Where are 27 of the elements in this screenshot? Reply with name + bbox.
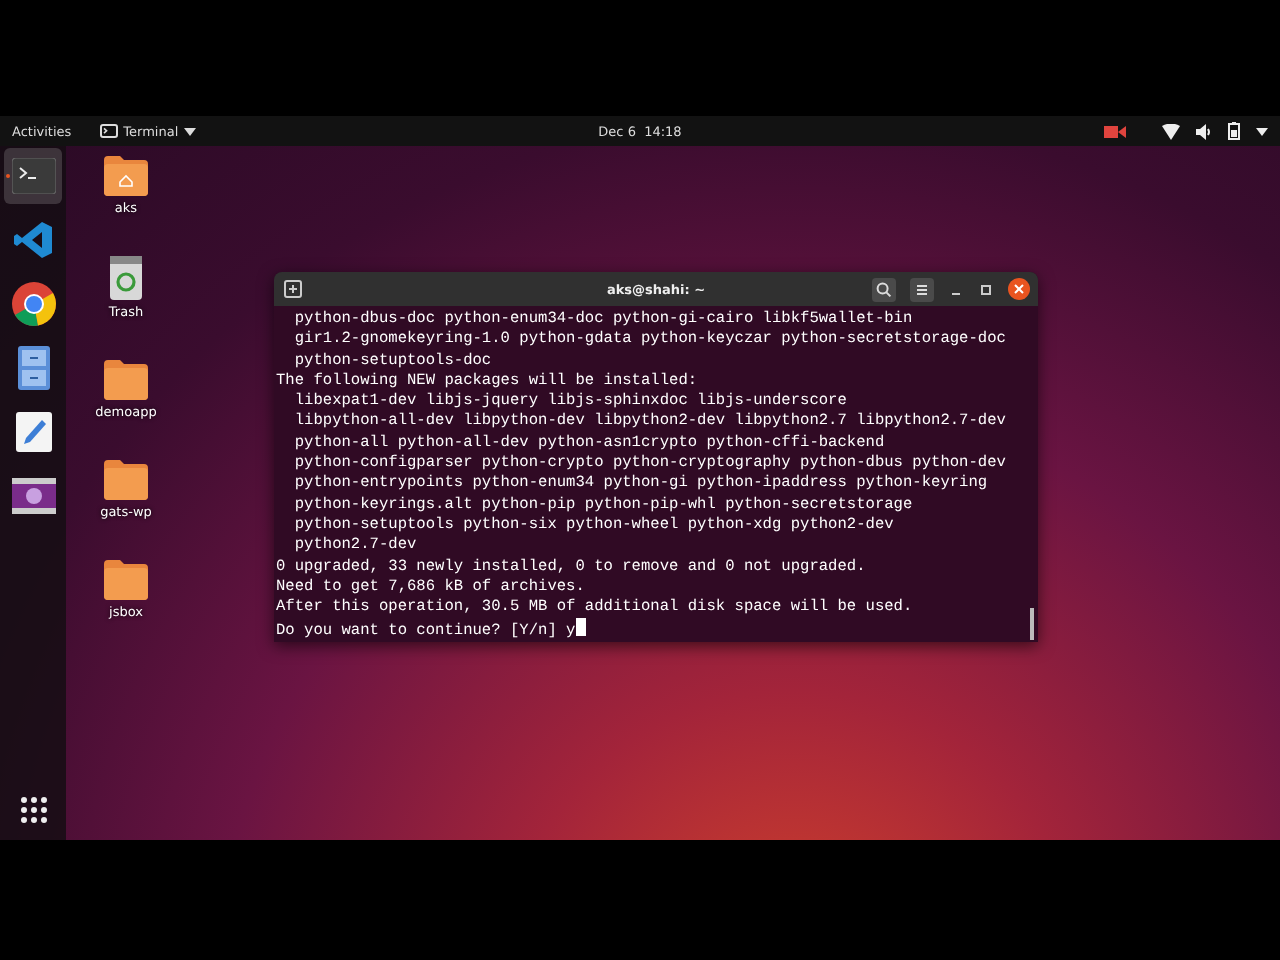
app-grid-icon[interactable] bbox=[19, 796, 47, 824]
new-tab-icon[interactable] bbox=[284, 280, 302, 298]
wifi-icon[interactable] bbox=[1162, 123, 1180, 139]
maximize-icon[interactable] bbox=[978, 281, 994, 297]
file-cabinet-icon bbox=[17, 346, 49, 390]
video-editor-icon bbox=[11, 478, 55, 514]
home-folder-icon[interactable] bbox=[104, 156, 148, 196]
folder-icon[interactable] bbox=[104, 360, 148, 400]
caret-icon[interactable] bbox=[1256, 127, 1268, 135]
chevron-logo-icon bbox=[13, 220, 53, 260]
video-camera-icon[interactable] bbox=[1104, 123, 1126, 139]
terminal-icon bbox=[99, 124, 118, 138]
text-cursor bbox=[575, 618, 586, 637]
terminal-icon bbox=[11, 158, 55, 194]
terminal-launcher[interactable] bbox=[4, 148, 62, 204]
text-editor-icon bbox=[15, 412, 51, 452]
search-icon[interactable] bbox=[872, 277, 896, 301]
folder-icon[interactable] bbox=[104, 560, 148, 600]
battery-icon[interactable] bbox=[1228, 122, 1240, 140]
folder-icon[interactable] bbox=[104, 460, 148, 500]
volume-icon[interactable] bbox=[1196, 123, 1212, 139]
browser-icon bbox=[11, 282, 55, 326]
menu-icon[interactable] bbox=[910, 277, 934, 301]
close-icon[interactable] bbox=[1008, 278, 1030, 300]
trash-icon[interactable] bbox=[110, 256, 142, 300]
caret-icon bbox=[184, 127, 197, 135]
scrollbar[interactable] bbox=[1030, 607, 1034, 640]
